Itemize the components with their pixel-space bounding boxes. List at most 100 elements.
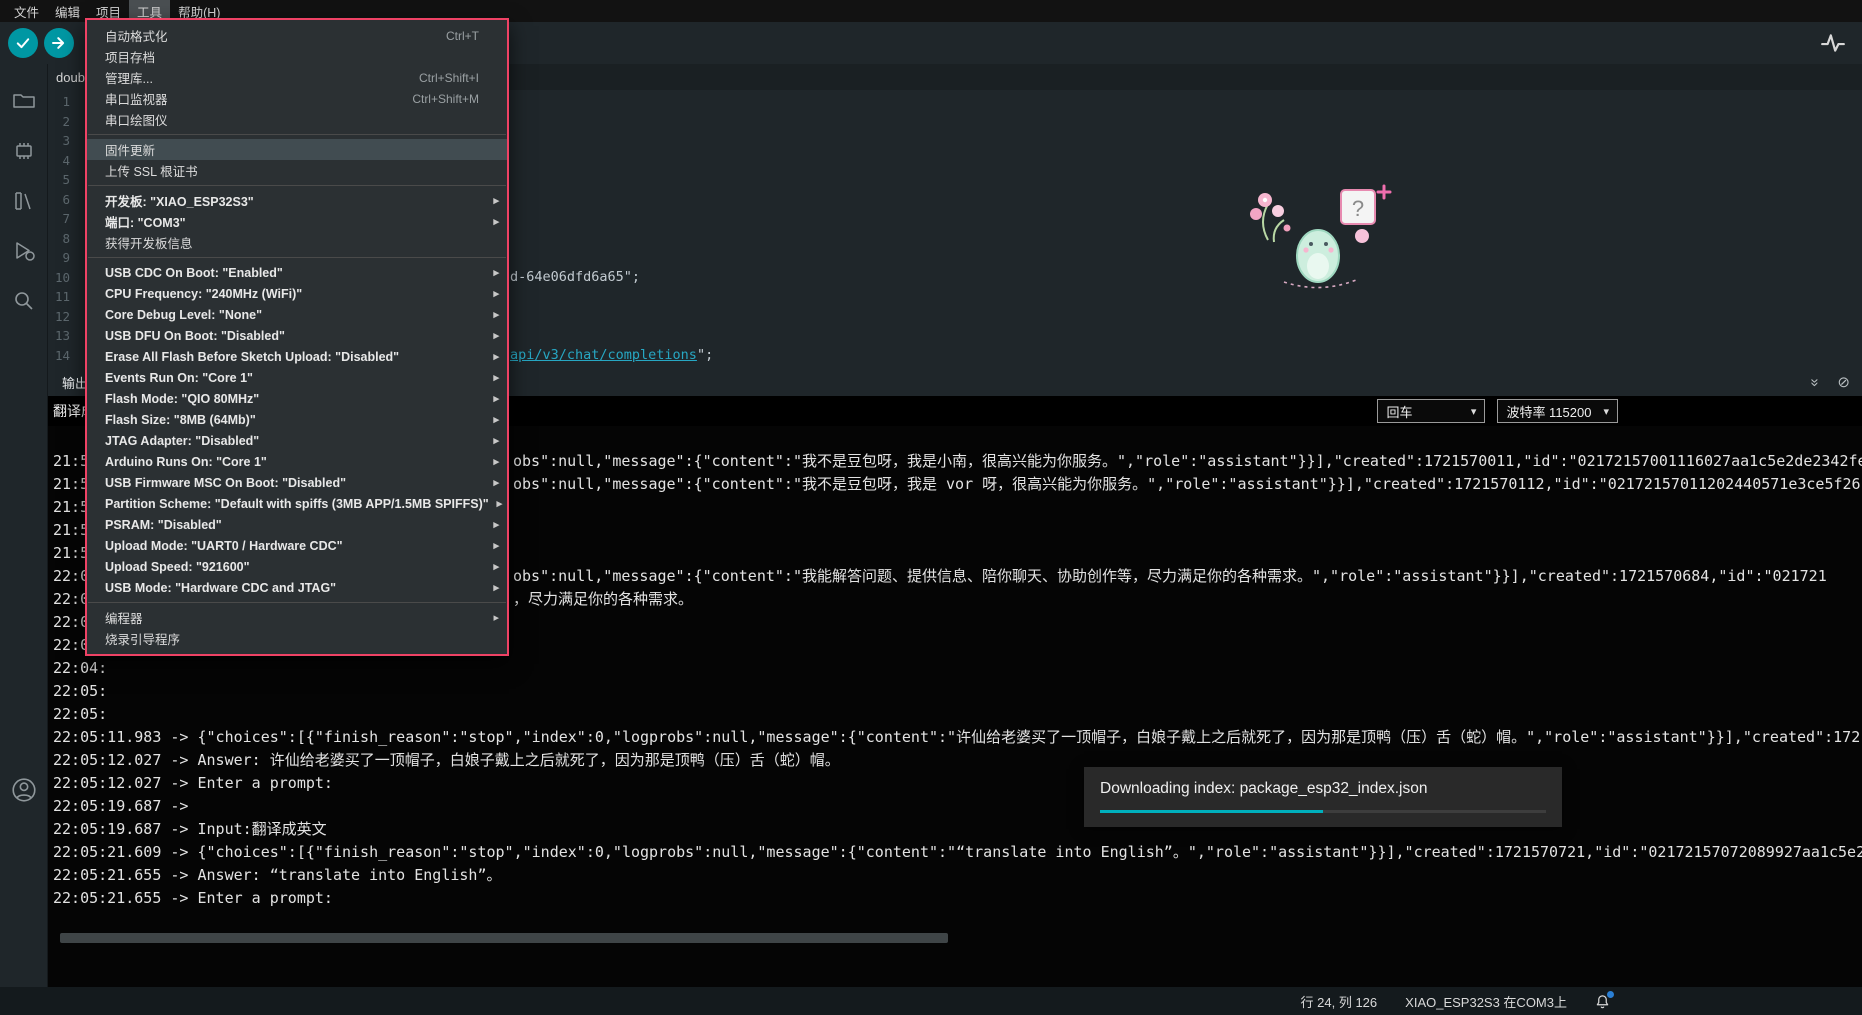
upload-button[interactable] xyxy=(44,28,74,58)
menu-item[interactable]: 串口绘图仪 xyxy=(87,109,507,130)
menu-item[interactable]: Arduino Runs On: "Core 1"▸ xyxy=(87,451,507,472)
menu-item[interactable]: 项目存档 xyxy=(87,46,507,67)
menu-item[interactable]: 管理库...Ctrl+Shift+I xyxy=(87,67,507,88)
console-line: 22:05: xyxy=(53,703,1862,726)
menu-item[interactable]: Flash Size: "8MB (64Mb)"▸ xyxy=(87,409,507,430)
menu-separator xyxy=(88,257,506,258)
search-icon xyxy=(11,288,37,314)
submenu-arrow-icon: ▸ xyxy=(491,413,499,426)
right-arrow-icon xyxy=(50,34,68,52)
menu-separator xyxy=(88,185,506,186)
console-line: 22:05:21.609 -> {"choices":[{"finish_rea… xyxy=(53,841,1862,864)
console-line: 22:05:19.687 -> Input:翻译成英文 xyxy=(53,818,1862,841)
console-line: 22:05:21.655 -> Enter a prompt: xyxy=(53,887,1862,910)
menu-item[interactable]: 端口: "COM3"▸ xyxy=(87,211,507,232)
menu-item[interactable]: Erase All Flash Before Sketch Upload: "D… xyxy=(87,346,507,367)
sidebar-item-sketchbook[interactable] xyxy=(0,76,47,126)
console-line: 22:04: xyxy=(53,657,1862,680)
chevron-down-icon: ▾ xyxy=(1603,405,1609,418)
line-number: 2 xyxy=(48,114,82,129)
menubar-item[interactable]: 编辑 xyxy=(47,0,88,23)
notifications-bell-icon[interactable] xyxy=(1595,994,1610,1009)
menu-item[interactable]: Flash Mode: "QIO 80MHz"▸ xyxy=(87,388,507,409)
waveform-icon xyxy=(1820,30,1846,56)
collapse-panel-icon[interactable]: » xyxy=(1808,378,1823,386)
submenu-arrow-icon: ▸ xyxy=(491,518,499,531)
menu-item[interactable]: CPU Frequency: "240MHz (WiFi)"▸ xyxy=(87,283,507,304)
line-number: 7 xyxy=(48,211,82,226)
console-line: 22:05:12.027 -> Enter a prompt: xyxy=(53,772,1862,795)
menu-item[interactable]: USB CDC On Boot: "Enabled"▸ xyxy=(87,262,507,283)
submenu-arrow-icon: ▸ xyxy=(491,539,499,552)
cursor-position: 行 24, 列 126 xyxy=(1301,992,1378,1011)
menu-item[interactable]: Core Debug Level: "None"▸ xyxy=(87,304,507,325)
horizontal-scrollbar[interactable] xyxy=(60,933,948,943)
menubar-item[interactable]: 文件 xyxy=(6,0,47,23)
submenu-arrow-icon: ▸ xyxy=(491,371,499,384)
serial-plotter-icon[interactable] xyxy=(1820,30,1846,56)
submenu-arrow-icon: ▸ xyxy=(497,497,503,510)
submenu-arrow-icon: ▸ xyxy=(491,329,499,342)
sidebar-item-search[interactable] xyxy=(0,276,47,326)
line-number: 14 xyxy=(48,348,82,363)
person-icon xyxy=(10,776,38,804)
menu-item[interactable]: 获得开发板信息 xyxy=(87,232,507,253)
menu-item[interactable]: Upload Mode: "UART0 / Hardware CDC"▸ xyxy=(87,535,507,556)
menu-item[interactable]: USB Mode: "Hardware CDC and JTAG"▸ xyxy=(87,577,507,598)
activity-bar xyxy=(0,64,48,987)
sidebar-item-library-manager[interactable] xyxy=(0,176,47,226)
menu-item[interactable]: PSRAM: "Disabled"▸ xyxy=(87,514,507,535)
sidebar-item-debug[interactable] xyxy=(0,226,47,276)
submenu-arrow-icon: ▸ xyxy=(491,581,499,594)
menu-item[interactable]: 自动格式化Ctrl+T xyxy=(87,25,507,46)
menu-item[interactable]: USB DFU On Boot: "Disabled"▸ xyxy=(87,325,507,346)
menu-item[interactable]: Events Run On: "Core 1"▸ xyxy=(87,367,507,388)
sidebar-item-boards-manager[interactable] xyxy=(0,126,47,176)
line-number: 13 xyxy=(48,328,82,343)
sticker-question-mark: ? xyxy=(1352,196,1364,221)
download-progress-fill xyxy=(1100,810,1323,813)
line-number: 10 xyxy=(48,270,82,285)
clear-output-icon[interactable]: ⊘ xyxy=(1837,375,1850,390)
account-button[interactable] xyxy=(0,765,47,815)
menu-item[interactable]: USB Firmware MSC On Boot: "Disabled"▸ xyxy=(87,472,507,493)
folder-icon xyxy=(11,88,37,114)
line-number: 1 xyxy=(48,94,82,109)
console-line: 22:05:12.027 -> Answer: 许仙给老婆买了一顶帽子，白娘子戴… xyxy=(53,749,1862,772)
submenu-arrow-icon: ▸ xyxy=(491,266,499,279)
console-line: 22:05:11.983 -> {"choices":[{"finish_rea… xyxy=(53,726,1862,749)
submenu-arrow-icon: ▸ xyxy=(491,476,499,489)
menu-item[interactable]: 串口监视器Ctrl+Shift+M xyxy=(87,88,507,109)
line-number: 12 xyxy=(48,309,82,324)
chip-icon xyxy=(11,138,37,164)
baud-rate-select[interactable]: 波特率 115200 ▾ xyxy=(1497,399,1618,423)
sticker-illustration: ? xyxy=(1238,178,1398,298)
console-line: 22:05:19.687 -> xyxy=(53,795,1862,818)
line-number: 3 xyxy=(48,133,82,148)
line-ending-select[interactable]: 回车 ▾ xyxy=(1377,399,1485,423)
menu-item[interactable]: Partition Scheme: "Default with spiffs (… xyxy=(87,493,507,514)
baud-rate-value: 波特率 115200 xyxy=(1506,402,1591,421)
menu-item[interactable]: 上传 SSL 根证书 xyxy=(87,160,507,181)
line-number: 11 xyxy=(48,289,82,304)
line-number: 6 xyxy=(48,192,82,207)
menu-item[interactable]: JTAG Adapter: "Disabled"▸ xyxy=(87,430,507,451)
line-number: 8 xyxy=(48,231,82,246)
check-icon xyxy=(14,34,32,52)
books-icon xyxy=(11,188,37,214)
menu-item[interactable]: 开发板: "XIAO_ESP32S3"▸ xyxy=(87,190,507,211)
submenu-arrow-icon: ▸ xyxy=(491,194,499,207)
debug-icon xyxy=(11,238,37,264)
menu-item[interactable]: 编程器▸ xyxy=(87,607,507,628)
verify-button[interactable] xyxy=(8,28,38,58)
menu-item[interactable]: 烧录引导程序 xyxy=(87,628,507,649)
menu-item[interactable]: 固件更新 xyxy=(87,139,507,160)
tools-menu-dropdown: 自动格式化Ctrl+T项目存档管理库...Ctrl+Shift+I串口监视器Ct… xyxy=(85,18,509,656)
console-line: 22:05:21.655 -> Answer: “translate into … xyxy=(53,864,1862,887)
board-port-status[interactable]: XIAO_ESP32S3 在COM3上 xyxy=(1405,992,1567,1011)
line-ending-value: 回车 xyxy=(1386,402,1412,421)
menu-separator xyxy=(88,602,506,603)
submenu-arrow-icon: ▸ xyxy=(491,611,499,624)
menu-item[interactable]: Upload Speed: "921600"▸ xyxy=(87,556,507,577)
console-line: 22:05: xyxy=(53,680,1862,703)
